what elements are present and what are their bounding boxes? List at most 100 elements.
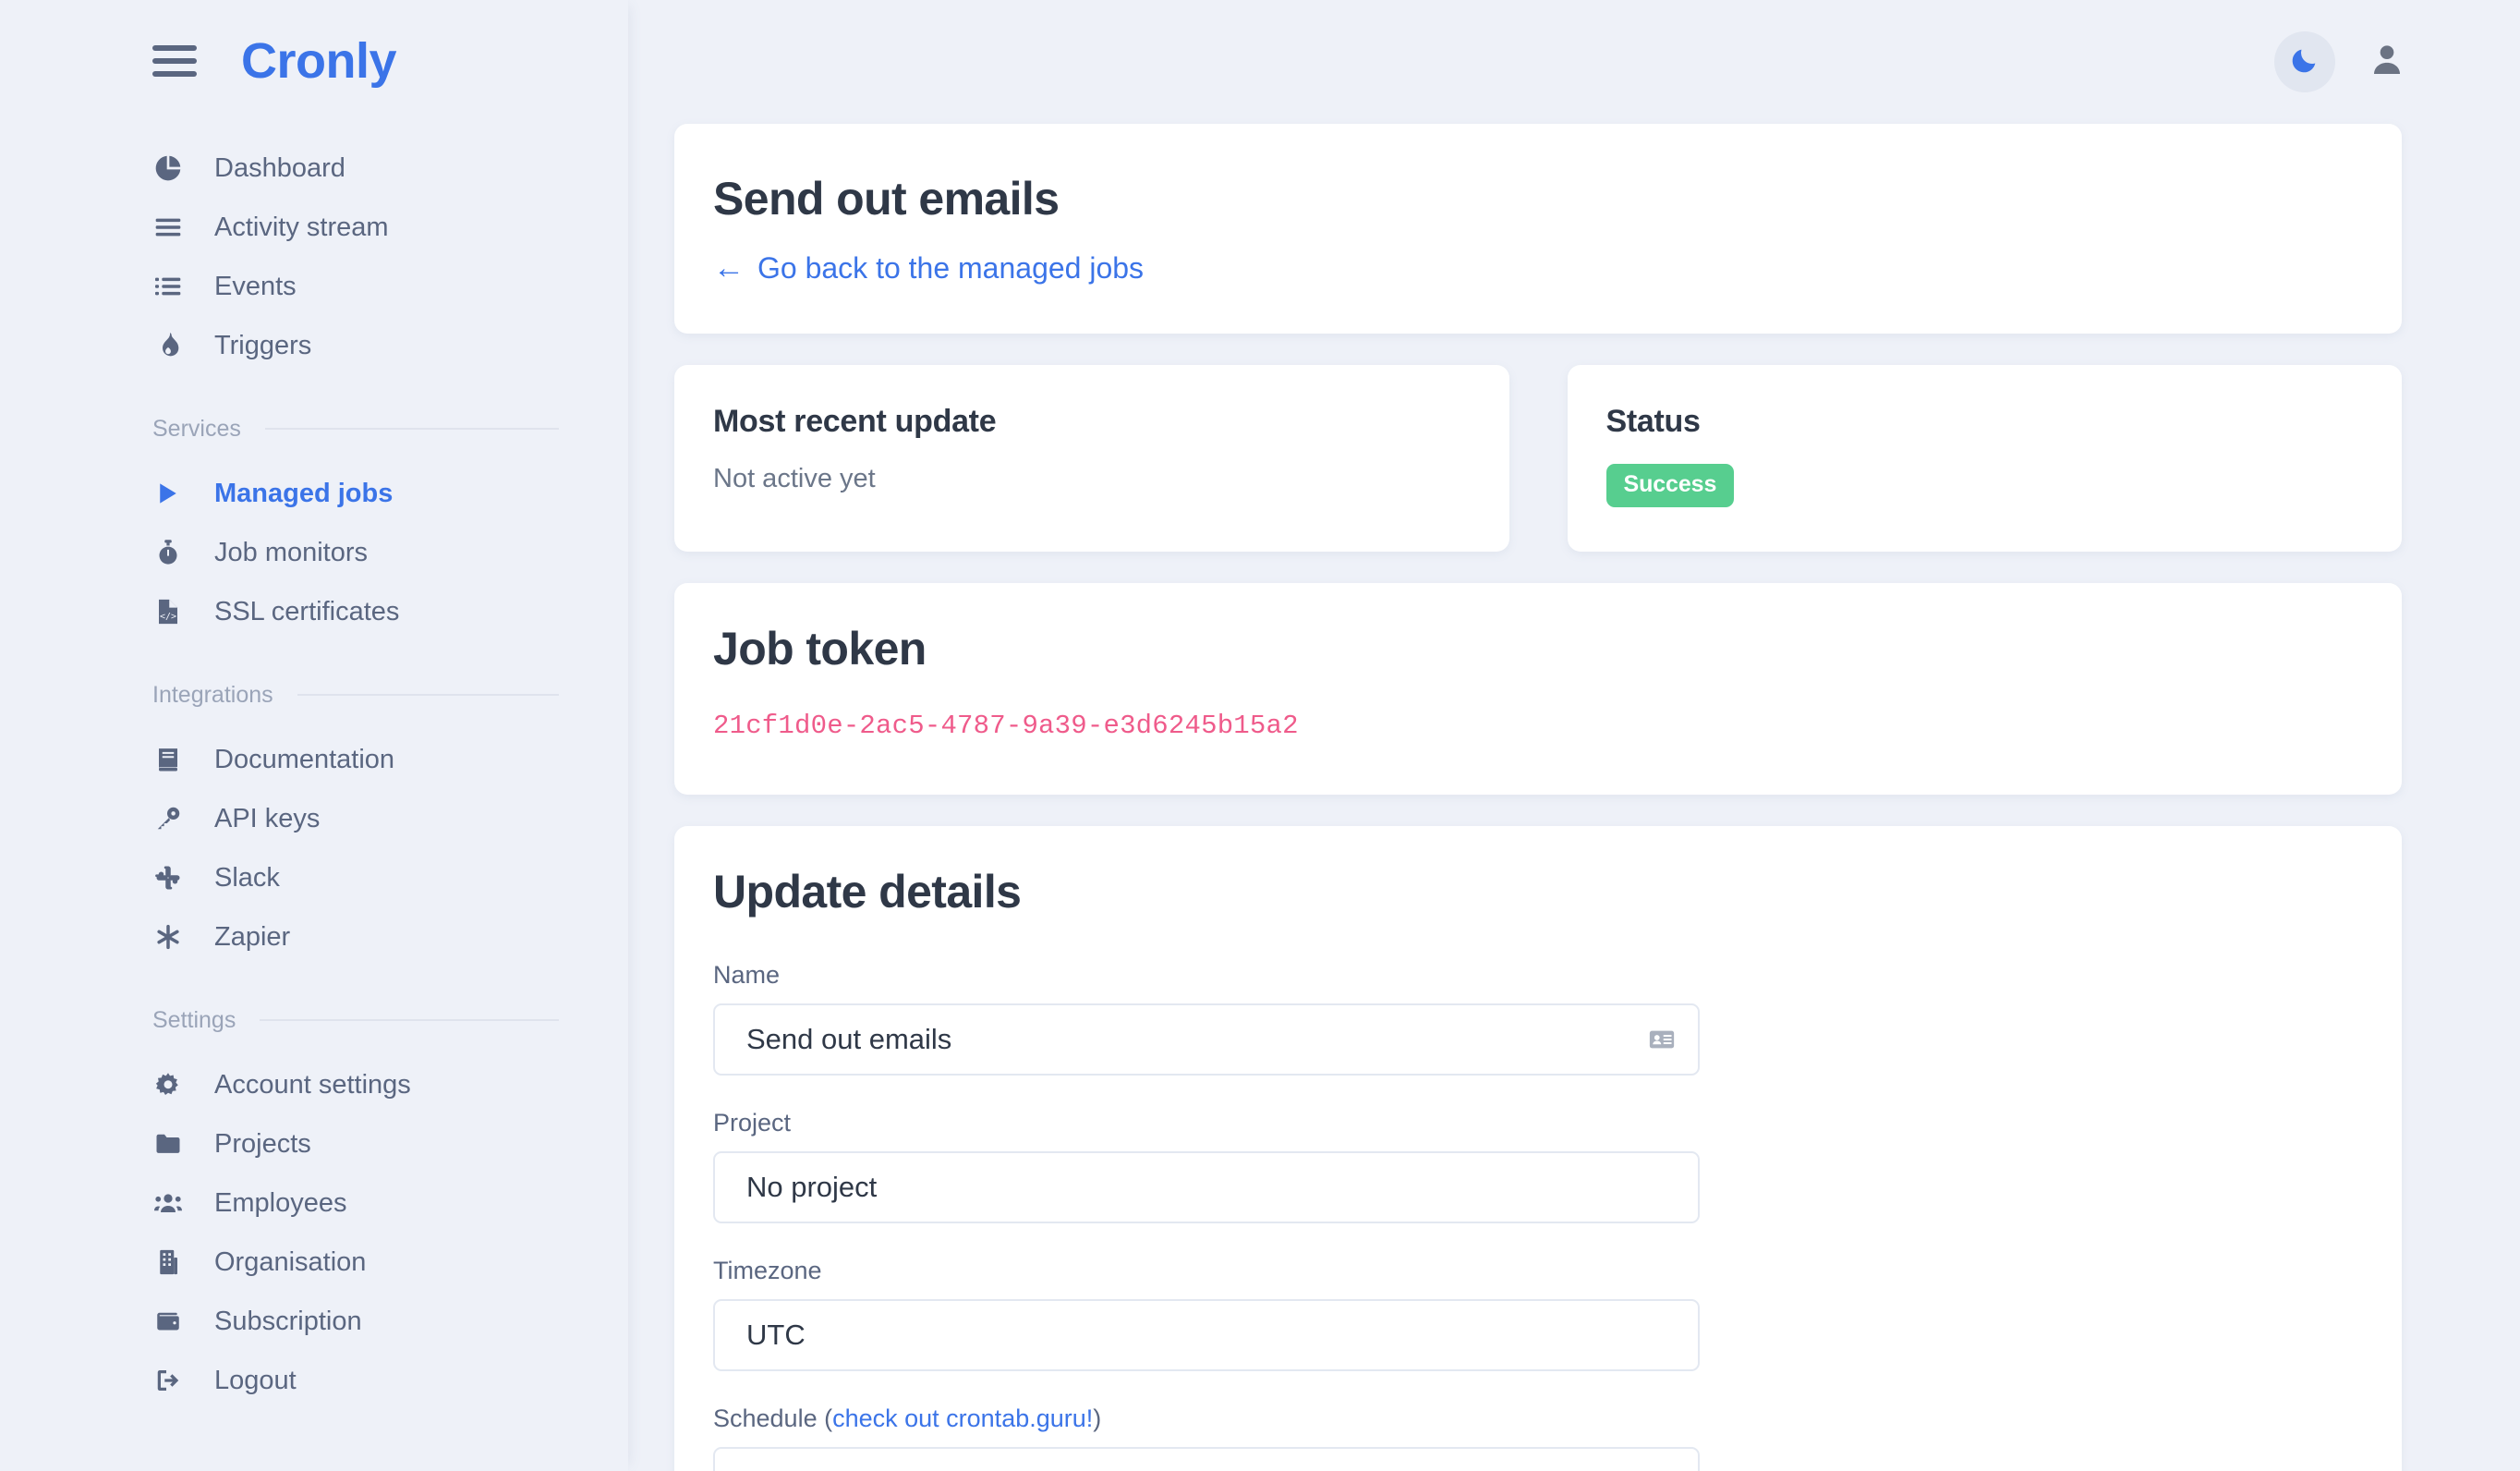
card-title: Status [1605,404,1701,439]
input-wrap [713,1447,1700,1471]
sidebar-item-label: Dashboard [214,152,345,183]
stats-row: Most recent update Not active yet Status… [674,365,2402,552]
sidebar-item-label: Zapier [214,921,291,952]
sidebar-item-label: Subscription [214,1306,362,1336]
user-avatar-button[interactable] [2363,38,2411,86]
sidebar-item-documentation[interactable]: Documentation [152,730,559,789]
crontab-guru-link[interactable]: check out crontab.guru! [832,1404,1093,1432]
schedule-input[interactable] [713,1447,1700,1471]
divider [260,1019,559,1021]
brand-name[interactable]: Cronly [241,36,397,86]
input-wrap [713,1299,1700,1371]
sidebar-group-title: Services [152,415,241,442]
sidebar-item-api-keys[interactable]: API keys [152,789,559,848]
sidebar-item-ssl-certificates[interactable]: </> SSL certificates [152,582,559,641]
status-badge: Success [1605,464,1735,507]
schedule-label-suffix: ) [1093,1404,1102,1432]
sidebar-group-settings: Settings [152,998,559,1042]
most-recent-update-value: Not active yet [713,464,876,493]
key-icon [152,803,184,834]
app-root: Cronly Dashboard Activity stream Events … [0,0,2520,1471]
hamburger-icon[interactable] [152,45,197,77]
sidebar-group-title: Integrations [152,681,273,708]
play-icon [152,478,184,509]
sidebar-item-subscription[interactable]: Subscription [152,1292,559,1351]
bars-icon [152,212,184,243]
asterisk-icon [152,921,184,953]
sidebar-group-services: Services [152,407,559,451]
sidebar-item-logout[interactable]: Logout [152,1351,559,1410]
main-content: Send out emails ← Go back to the managed… [628,0,2520,1471]
field-name: Name [713,961,2363,1076]
divider [297,694,559,696]
user-icon [2369,42,2405,83]
sidebar-item-label: Job monitors [214,537,369,567]
field-label: Schedule (check out crontab.guru!) [713,1404,2363,1433]
field-project: Project [713,1109,2363,1223]
book-icon [152,744,184,775]
sidebar-item-label: Projects [214,1128,311,1159]
status-card: Status Success [1567,365,2402,552]
input-wrap [713,1003,1700,1076]
users-icon [152,1187,184,1219]
go-back-link-label: Go back to the managed jobs [757,251,1145,285]
most-recent-update-card: Most recent update Not active yet [674,365,1509,552]
sidebar-group-title: Settings [152,1006,236,1033]
project-input[interactable] [713,1151,1700,1223]
sidebar-item-label: Activity stream [214,212,389,242]
job-token-card: Job token 21cf1d0e-2ac5-4787-9a39-e3d624… [674,583,2402,795]
sidebar-item-label: Account settings [214,1069,411,1100]
sign-out-icon [152,1365,184,1396]
field-label: Project [713,1109,792,1137]
sidebar-item-managed-jobs[interactable]: Managed jobs [152,464,559,523]
update-details-title: Update details [713,866,1022,918]
svg-text:</>: </> [160,612,176,622]
name-input[interactable] [713,1003,1700,1076]
sidebar-item-label: Documentation [214,744,395,774]
sidebar-item-organisation[interactable]: Organisation [152,1233,559,1292]
sidebar: Cronly Dashboard Activity stream Events … [0,0,628,1471]
sidebar-item-zapier[interactable]: Zapier [152,907,559,966]
sidebar-item-label: Managed jobs [214,478,394,508]
sidebar-item-label: Events [214,271,297,301]
moon-icon [2289,44,2320,80]
sidebar-item-employees[interactable]: Employees [152,1173,559,1233]
gear-icon [152,1069,184,1100]
sidebar-item-label: Organisation [214,1246,367,1277]
page-header-card: Send out emails ← Go back to the managed… [674,124,2402,334]
divider [264,428,559,430]
go-back-link[interactable]: ← Go back to the managed jobs [713,251,1144,286]
sidebar-nav: Dashboard Activity stream Events Trigger… [0,122,628,1410]
sidebar-item-events[interactable]: Events [152,257,559,316]
sidebar-item-job-monitors[interactable]: Job monitors [152,523,559,582]
pie-chart-icon [152,152,184,184]
sidebar-item-label: Logout [214,1365,297,1395]
sidebar-item-dashboard[interactable]: Dashboard [152,139,559,198]
sidebar-item-account-settings[interactable]: Account settings [152,1055,559,1114]
slack-icon [152,862,184,894]
brand-row: Cronly [0,0,628,122]
sidebar-item-label: API keys [214,803,321,833]
sidebar-item-label: SSL certificates [214,596,400,626]
field-label: Name [713,961,781,989]
job-token-value[interactable]: 21cf1d0e-2ac5-4787-9a39-e3d6245b15a2 [713,711,2363,741]
sidebar-item-projects[interactable]: Projects [152,1114,559,1173]
field-timezone: Timezone [713,1257,2363,1371]
timezone-input[interactable] [713,1299,1700,1371]
sidebar-item-label: Employees [214,1187,347,1218]
input-wrap [713,1151,1700,1223]
topbar-actions [2274,31,2411,92]
sidebar-item-slack[interactable]: Slack [152,848,559,907]
file-code-icon: </> [152,596,184,627]
arrow-left-icon: ← [713,249,745,286]
stopwatch-icon [152,537,184,568]
sidebar-item-activity-stream[interactable]: Activity stream [152,198,559,257]
dark-mode-toggle-button[interactable] [2274,31,2335,92]
building-icon [152,1246,184,1278]
folder-icon [152,1128,184,1160]
wallet-icon [152,1306,184,1337]
sidebar-item-triggers[interactable]: Triggers [152,316,559,375]
job-token-title: Job token [713,623,927,675]
schedule-label-prefix: Schedule ( [713,1404,833,1432]
fire-icon [152,330,184,361]
